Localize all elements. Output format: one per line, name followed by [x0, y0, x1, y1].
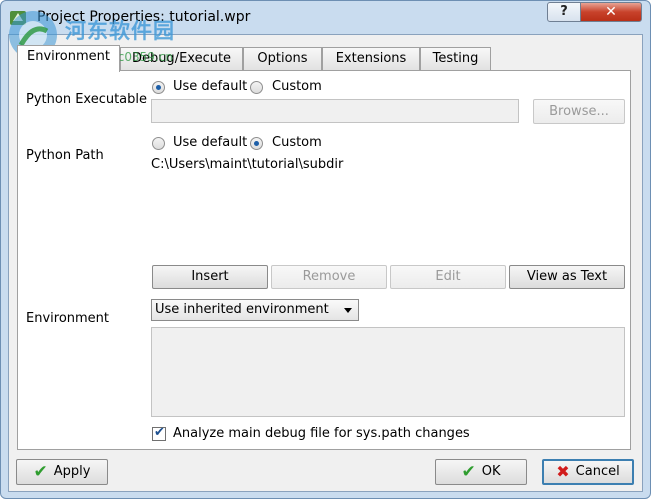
python-executable-use-default-radio[interactable] [152, 81, 165, 94]
check-icon: ✔ [33, 462, 48, 482]
title-bar[interactable]: Project Properties: tutorial.wpr ? ✕ [1, 1, 650, 35]
environment-mode-select-value: Use inherited environment [155, 302, 329, 317]
python-path-label: Python Path [26, 148, 104, 163]
tab-extensions[interactable]: Extensions [322, 47, 420, 71]
analyze-debug-file-checkbox[interactable]: ✔ [152, 425, 166, 441]
python-executable-path-input[interactable] [151, 99, 519, 123]
environment-variables-textarea[interactable] [151, 327, 625, 417]
tab-environment[interactable]: Environment [17, 45, 120, 72]
close-x-icon: ✖ [556, 462, 570, 481]
view-as-text-button[interactable]: View as Text [509, 265, 625, 289]
cancel-button-label: Cancel [575, 464, 620, 479]
python-path-custom-radio[interactable] [250, 137, 263, 150]
checkmark-icon: ✔ [154, 425, 165, 440]
python-executable-custom-label[interactable]: Custom [272, 79, 322, 94]
wing-app-icon [10, 11, 26, 25]
close-window-button[interactable]: ✕ [580, 2, 642, 22]
browse-button[interactable]: Browse... [533, 99, 625, 124]
tab-debug-execute[interactable]: Debug/Execute [120, 47, 243, 71]
help-button[interactable]: ? [547, 2, 581, 22]
python-executable-label: Python Executable [26, 92, 148, 107]
ok-button-label: OK [481, 464, 501, 479]
insert-button[interactable]: Insert [152, 265, 268, 289]
tab-options[interactable]: Options [243, 47, 322, 71]
python-executable-use-default-label[interactable]: Use default [173, 79, 247, 94]
remove-button[interactable]: Remove [271, 265, 387, 289]
analyze-debug-file-label[interactable]: Analyze main debug file for sys.path cha… [173, 426, 470, 441]
edit-button[interactable]: Edit [390, 265, 506, 289]
check-icon: ✔ [461, 462, 476, 482]
project-properties-dialog: Project Properties: tutorial.wpr ? ✕ Env… [0, 0, 651, 499]
python-path-entry[interactable]: C:\Users\maint\tutorial\subdir [151, 157, 343, 172]
environment-mode-select[interactable]: Use inherited environment [151, 299, 359, 321]
tab-testing[interactable]: Testing [420, 47, 491, 71]
python-path-use-default-radio[interactable] [152, 137, 165, 150]
python-path-use-default-label[interactable]: Use default [173, 135, 247, 150]
environment-panel: Python Executable Use default Custom Bro… [17, 70, 631, 450]
apply-button-label: Apply [53, 464, 91, 479]
dropdown-arrow-icon [344, 308, 352, 313]
dialog-body: Environment Debug/Execute Options Extens… [8, 34, 643, 492]
cancel-button[interactable]: ✖ Cancel [542, 459, 634, 485]
window-title: Project Properties: tutorial.wpr [37, 9, 251, 25]
environment-label: Environment [26, 311, 110, 326]
python-path-custom-label[interactable]: Custom [272, 135, 322, 150]
apply-button[interactable]: ✔ Apply [16, 459, 108, 485]
ok-button[interactable]: ✔ OK [435, 459, 527, 485]
python-executable-custom-radio[interactable] [250, 81, 263, 94]
